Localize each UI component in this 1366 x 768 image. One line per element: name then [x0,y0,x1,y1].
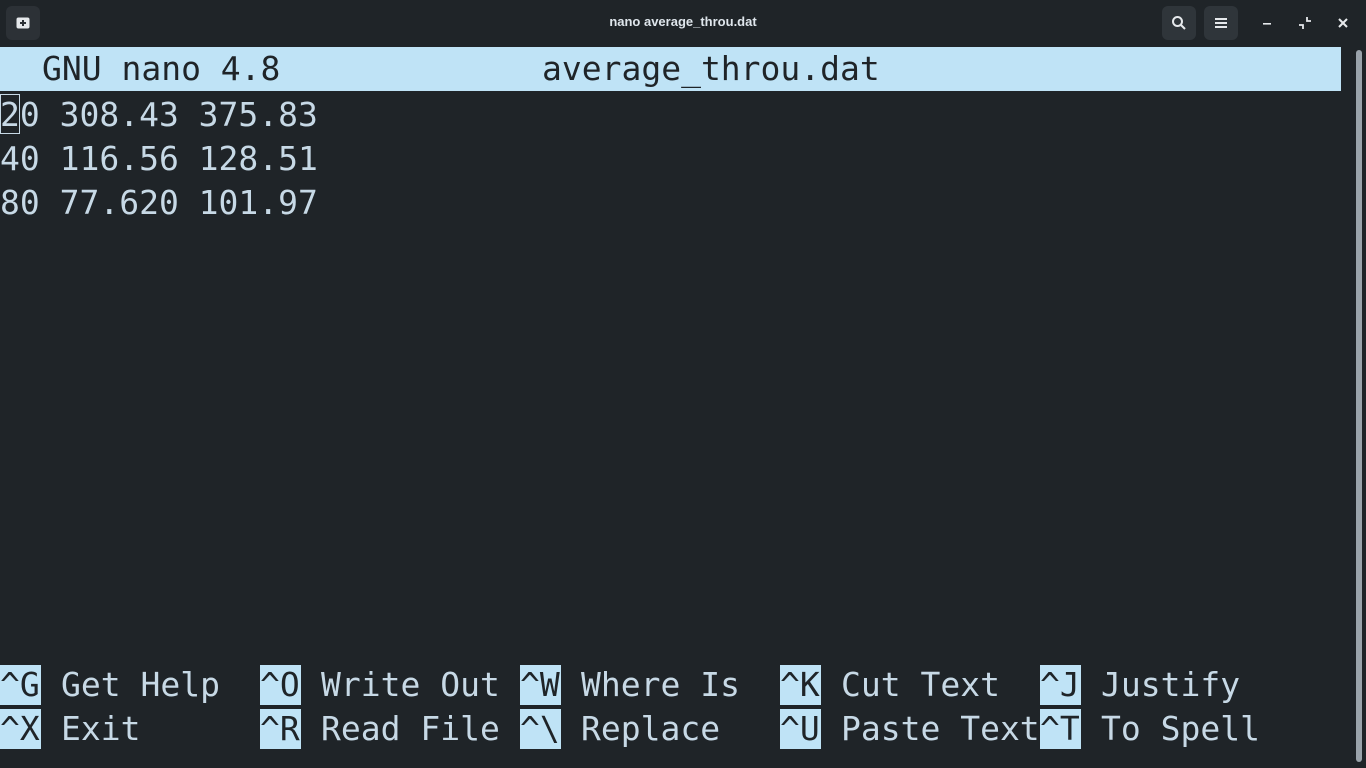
shortcut-key: ^O [260,665,301,705]
text-cursor [0,94,20,134]
shortcut-key: ^\ [520,709,561,749]
text-line-2[interactable]: 40 116.56 128.51 [0,137,318,181]
scrollbar[interactable] [1356,50,1362,762]
shortcut-label: Write Out [321,665,500,704]
menu-button[interactable] [1204,6,1238,40]
text-line-3[interactable]: 80 77.620 101.97 [0,181,318,225]
shortcut-label: Cut Text [841,665,1000,704]
shortcut-label: Paste Text [841,709,1040,748]
shortcut-key: ^K [780,665,821,705]
restore-icon [1299,17,1311,29]
shortcut-key: ^J [1040,665,1081,705]
shortcut-label: Justify [1101,665,1241,704]
terminal-area[interactable]: GNU nano 4.8 average_throu.dat 20 308.43… [0,47,1341,768]
shortcut-key: ^T [1040,709,1081,749]
nano-header-bar: GNU nano 4.8 average_throu.dat [0,47,1341,91]
close-button[interactable] [1328,6,1358,40]
close-icon [1338,18,1348,28]
shortcut-key: ^G [0,665,41,705]
restore-button[interactable] [1290,6,1320,40]
text-line-1[interactable]: 20 308.43 375.83 [0,93,318,137]
search-icon [1172,16,1186,30]
shortcut-key: ^R [260,709,301,749]
search-button[interactable] [1162,6,1196,40]
shortcut-label: Exit [61,709,141,748]
shortcut-label: Read File [321,709,500,748]
terminal-window: nano average_throu.dat GNU nano 4.8 aver… [0,0,1366,768]
shortcut-label: Get Help [61,665,220,704]
shortcut-label: Where Is [581,665,740,704]
minimize-icon [1263,23,1271,25]
hamburger-menu-icon [1215,18,1227,28]
shortcut-label: To Spell [1101,709,1260,748]
shortcut-label: Replace [581,709,721,748]
minimize-button[interactable] [1252,6,1282,40]
shortcut-key: ^X [0,709,41,749]
nano-filename: average_throu.dat [542,49,880,88]
title-bar: nano average_throu.dat [0,0,1366,46]
shortcut-row-1: ^G Get Help ^O Write Out ^W Where Is ^K … [0,663,1341,707]
shortcut-key: ^W [520,665,561,705]
shortcut-row-2: ^X Exit ^R Read File ^\ Replace ^U Paste… [0,707,1341,751]
shortcut-key: ^U [780,709,821,749]
nano-version: GNU nano 4.8 [42,49,281,88]
